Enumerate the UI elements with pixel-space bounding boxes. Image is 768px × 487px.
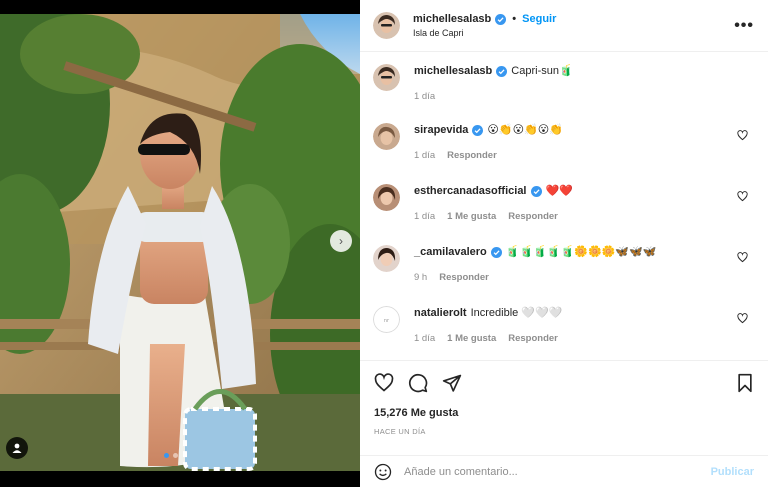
carousel-next-button[interactable]: ›: [330, 230, 352, 252]
comment-avatar[interactable]: [373, 245, 400, 272]
caption-username[interactable]: michellesalasb: [414, 64, 492, 78]
comment-avatar[interactable]: [373, 184, 400, 211]
bookmark-icon[interactable]: [736, 373, 754, 393]
user-tags-button[interactable]: [6, 437, 28, 459]
comment-composer: Publicar: [360, 455, 768, 487]
post-location[interactable]: Isla de Capri: [413, 28, 734, 38]
caption-avatar[interactable]: [373, 64, 400, 91]
comment-time[interactable]: 1 día: [414, 150, 435, 161]
heart-icon[interactable]: [737, 313, 748, 324]
emoji-icon[interactable]: [374, 463, 392, 481]
comment-avatar[interactable]: [373, 123, 400, 150]
comment-username[interactable]: sirapevida: [414, 123, 468, 137]
comment-icon[interactable]: [408, 373, 428, 393]
avatar-image: [373, 123, 400, 150]
action-bar: [374, 373, 754, 393]
post-timestamp[interactable]: HACE UN DÍA: [374, 427, 754, 436]
share-icon[interactable]: [442, 373, 462, 393]
comment-body: esthercanadasofficial ❤️❤️ 1 día 1 Me gu…: [414, 184, 758, 222]
comment-time[interactable]: 9 h: [414, 272, 427, 283]
comment-item: nr natalierolt Incredible 🤍🤍🤍 1 día 1 Me…: [373, 306, 758, 344]
photo-illustration: [0, 14, 360, 471]
caption-time[interactable]: 1 día: [414, 91, 435, 102]
post-actions: 15,276 Me gusta HACE UN DÍA: [360, 360, 768, 436]
verified-badge-icon: [472, 124, 484, 136]
comment-time[interactable]: 1 día: [414, 211, 435, 222]
avatar-image: [373, 184, 400, 211]
publish-button[interactable]: Publicar: [711, 466, 754, 478]
comment-item: esthercanadasofficial ❤️❤️ 1 día 1 Me gu…: [373, 184, 758, 222]
verified-badge-icon: [490, 246, 502, 258]
comment-username[interactable]: esthercanadasofficial: [414, 184, 527, 198]
post-details-panel: michellesalasb • Seguir Isla de Capri ••…: [360, 0, 768, 487]
post-media: ›: [0, 0, 360, 487]
avatar-image: [373, 64, 400, 91]
comment-input[interactable]: [404, 465, 711, 478]
comment-line: _camilavalero 🧃🧃🧃🧃🧃🌼🌼🌼🦋🦋🦋: [414, 245, 758, 259]
reply-button[interactable]: Responder: [447, 150, 497, 161]
post-header: michellesalasb • Seguir Isla de Capri ••…: [360, 0, 768, 52]
verified-badge-icon: [530, 185, 542, 197]
comment-meta: 1 día 1 Me gusta Responder: [414, 333, 758, 344]
header-row: michellesalasb • Seguir: [413, 13, 734, 25]
avatar-image: nr: [373, 306, 400, 333]
heart-icon[interactable]: [374, 373, 394, 393]
heart-icon[interactable]: [737, 130, 748, 141]
comment-text: 😮👏😮👏😮👏: [487, 124, 563, 136]
comment-avatar[interactable]: nr: [373, 306, 400, 333]
comment-meta: 1 día 1 Me gusta Responder: [414, 211, 758, 222]
heart-icon[interactable]: [737, 191, 748, 202]
heart-icon[interactable]: [737, 252, 748, 263]
caption: michellesalasb Capri-sun🧃 1 día: [373, 64, 758, 102]
author-avatar[interactable]: [373, 12, 400, 39]
likes-count[interactable]: 15,276 Me gusta: [374, 407, 754, 419]
avatar-image: [373, 245, 400, 272]
comment-likes[interactable]: 1 Me gusta: [447, 211, 496, 222]
comment-item: sirapevida 😮👏😮👏😮👏 1 día Responder: [373, 123, 758, 161]
carousel-dots: [164, 453, 178, 458]
comment-time[interactable]: 1 día: [414, 333, 435, 344]
caption-line: michellesalasb Capri-sun🧃: [414, 64, 758, 78]
comments-list: michellesalasb Capri-sun🧃 1 día sirapevi…: [360, 52, 768, 360]
comment-text: 🧃🧃🧃🧃🧃🌼🌼🌼🦋🦋🦋: [505, 246, 657, 258]
comment-text: ❤️❤️: [545, 185, 573, 197]
header-separator: •: [512, 13, 517, 25]
reply-button[interactable]: Responder: [508, 211, 558, 222]
carousel-dot: [173, 453, 178, 458]
comment-likes[interactable]: 1 Me gusta: [447, 333, 496, 344]
comment-body: _camilavalero 🧃🧃🧃🧃🧃🌼🌼🌼🦋🦋🦋 9 h Responder: [414, 245, 758, 283]
comment-body: sirapevida 😮👏😮👏😮👏 1 día Responder: [414, 123, 758, 161]
author-username[interactable]: michellesalasb: [413, 13, 491, 25]
comment-username[interactable]: natalierolt: [414, 306, 467, 320]
verified-badge-icon: [495, 13, 507, 25]
follow-button[interactable]: Seguir: [522, 13, 556, 25]
user-tag-icon: [12, 443, 22, 453]
verified-badge-icon: [496, 65, 508, 77]
carousel-dot-active: [164, 453, 169, 458]
header-text: michellesalasb • Seguir Isla de Capri: [413, 13, 734, 38]
comment-meta: 9 h Responder: [414, 272, 758, 283]
avatar-image: [373, 12, 400, 39]
more-options-icon[interactable]: •••: [734, 17, 754, 35]
comment-line: sirapevida 😮👏😮👏😮👏: [414, 123, 758, 137]
caption-text: Capri-sun🧃: [511, 65, 573, 77]
comment-meta: 1 día Responder: [414, 150, 758, 161]
comment-line: esthercanadasofficial ❤️❤️: [414, 184, 758, 198]
comment-body: natalierolt Incredible 🤍🤍🤍 1 día 1 Me gu…: [414, 306, 758, 344]
post-modal: › michellesalasb • Seguir Isla de Capri …: [0, 0, 768, 487]
caption-body: michellesalasb Capri-sun🧃 1 día: [414, 64, 758, 102]
comment-username[interactable]: _camilavalero: [414, 245, 487, 259]
next-arrow-icon: ›: [339, 234, 343, 248]
comment-text: Incredible 🤍🤍🤍: [470, 307, 563, 319]
comment-line: natalierolt Incredible 🤍🤍🤍: [414, 306, 758, 320]
post-photo[interactable]: [0, 14, 360, 471]
comment-item: _camilavalero 🧃🧃🧃🧃🧃🌼🌼🌼🦋🦋🦋 9 h Responder: [373, 245, 758, 283]
reply-button[interactable]: Responder: [508, 333, 558, 344]
reply-button[interactable]: Responder: [439, 272, 489, 283]
caption-meta: 1 día: [414, 91, 758, 102]
